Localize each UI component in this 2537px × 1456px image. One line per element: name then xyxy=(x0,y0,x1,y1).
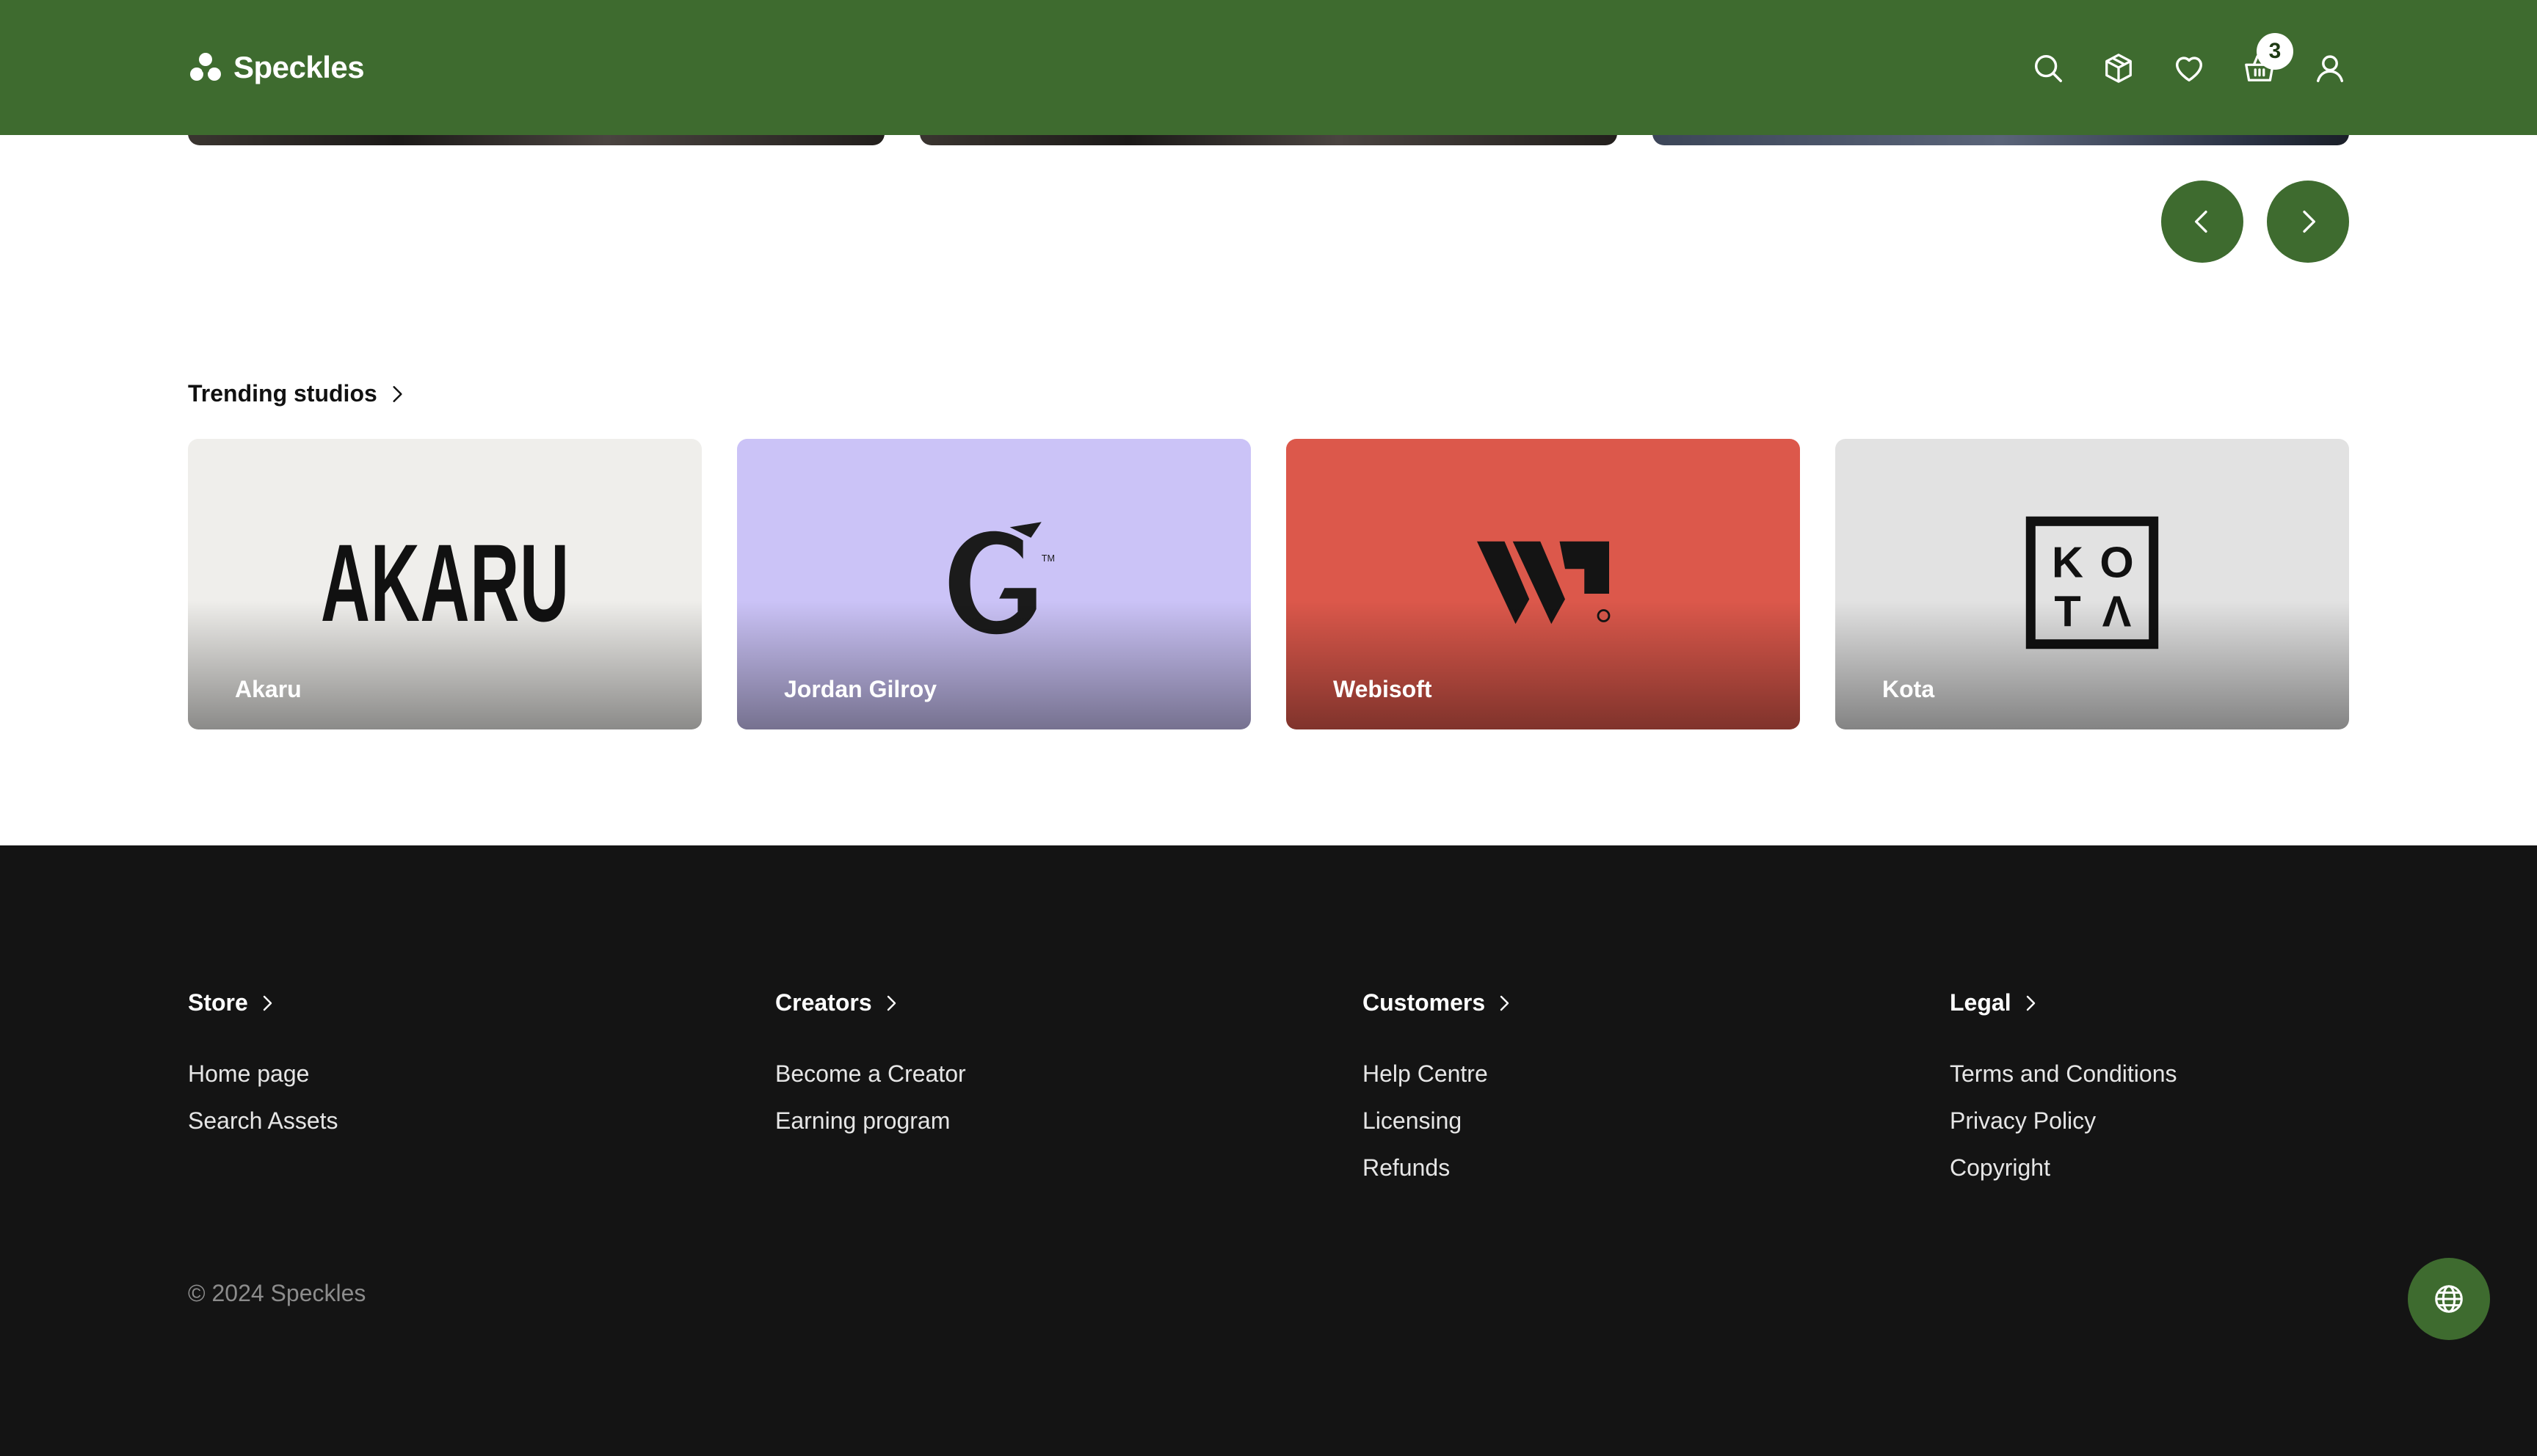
footer-link-privacy[interactable]: Privacy Policy xyxy=(1950,1097,2537,1144)
chevron-right-icon xyxy=(1500,995,1509,1011)
footer-heading-label: Store xyxy=(188,989,248,1016)
footer-heading-creators[interactable]: Creators xyxy=(775,989,1362,1016)
chevron-right-icon xyxy=(2303,211,2315,233)
search-button[interactable] xyxy=(2029,49,2067,87)
footer-link-refunds[interactable]: Refunds xyxy=(1362,1144,1950,1191)
wishlist-button[interactable] xyxy=(2170,49,2208,87)
heart-icon xyxy=(2175,57,2203,82)
studio-grid: AKARU Akaru TM Jordan Gilroy Webisoft K … xyxy=(188,439,2349,729)
studio-card-kota[interactable]: K O T Λ Kota xyxy=(1835,439,2349,729)
footer-heading-label: Customers xyxy=(1362,989,1486,1016)
brand-logo[interactable]: Speckles xyxy=(188,47,365,88)
chevron-right-icon xyxy=(2026,995,2035,1011)
section-title: Trending studios xyxy=(188,380,377,407)
chevron-right-icon xyxy=(887,995,896,1011)
top-nav-bar: Speckles 3 xyxy=(0,0,2537,135)
chevron-right-icon xyxy=(263,995,272,1011)
search-icon xyxy=(2034,54,2062,82)
footer-link-help-centre[interactable]: Help Centre xyxy=(1362,1050,1950,1097)
studio-name: Jordan Gilroy xyxy=(784,676,937,702)
card-gradient xyxy=(1835,600,2349,729)
footer-col-creators: Creators Become a Creator Earning progra… xyxy=(775,989,1362,1191)
chevron-left-icon xyxy=(2195,211,2207,233)
language-button[interactable] xyxy=(2408,1258,2490,1340)
studio-card-jordan-gilroy[interactable]: TM Jordan Gilroy xyxy=(737,439,1251,729)
copyright-text: © 2024 Speckles xyxy=(188,1280,366,1306)
footer-link-search-assets[interactable]: Search Assets xyxy=(188,1097,775,1144)
svg-text:K: K xyxy=(2052,538,2083,587)
site-footer: Store Home page Search Assets Creators B… xyxy=(0,845,2537,1456)
box-icon xyxy=(2105,54,2132,83)
footer-heading-label: Creators xyxy=(775,989,872,1016)
studio-name: Akaru xyxy=(235,676,302,702)
footer-heading-store[interactable]: Store xyxy=(188,989,775,1016)
studio-card-akaru[interactable]: AKARU Akaru xyxy=(188,439,702,729)
cart-button[interactable]: 3 xyxy=(2240,33,2293,87)
footer-heading-customers[interactable]: Customers xyxy=(1362,989,1950,1016)
footer-link-earning-program[interactable]: Earning program xyxy=(775,1097,1362,1144)
speckles-logo-icon xyxy=(190,53,221,81)
studio-name: Kota xyxy=(1882,676,1935,702)
footer-col-legal: Legal Terms and Conditions Privacy Polic… xyxy=(1950,989,2537,1191)
footer-col-customers: Customers Help Centre Licensing Refunds xyxy=(1362,989,1950,1191)
footer-columns: Store Home page Search Assets Creators B… xyxy=(188,989,2537,1191)
studio-name: Webisoft xyxy=(1333,676,1432,702)
footer-link-home-page[interactable]: Home page xyxy=(188,1050,775,1097)
footer-link-copyright[interactable]: Copyright xyxy=(1950,1144,2537,1191)
user-icon xyxy=(2316,55,2344,82)
globe-icon xyxy=(2435,1285,2463,1313)
carousel-prev-button[interactable] xyxy=(2161,181,2243,263)
account-button[interactable] xyxy=(2311,49,2349,87)
carousel-next-button[interactable] xyxy=(2267,181,2349,263)
footer-link-terms[interactable]: Terms and Conditions xyxy=(1950,1050,2537,1097)
header-actions: 3 xyxy=(2029,33,2349,94)
brand-name: Speckles xyxy=(233,50,365,84)
chevron-right-icon xyxy=(393,385,402,402)
footer-heading-label: Legal xyxy=(1950,989,2011,1016)
card-gradient xyxy=(1286,600,1800,729)
svg-text:O: O xyxy=(2099,538,2133,587)
svg-text:TM: TM xyxy=(1042,553,1055,564)
card-gradient xyxy=(737,600,1251,729)
footer-link-become-creator[interactable]: Become a Creator xyxy=(775,1050,1362,1097)
carousel-controls xyxy=(2161,181,2349,263)
card-gradient xyxy=(188,600,702,729)
footer-col-store: Store Home page Search Assets xyxy=(188,989,775,1191)
studio-card-webisoft[interactable]: Webisoft xyxy=(1286,439,1800,729)
assets-button[interactable] xyxy=(2099,49,2138,87)
cart-count-badge: 3 xyxy=(2257,33,2293,70)
trending-studios-link[interactable]: Trending studios xyxy=(188,380,407,407)
footer-heading-legal[interactable]: Legal xyxy=(1950,989,2537,1016)
footer-link-licensing[interactable]: Licensing xyxy=(1362,1097,1950,1144)
